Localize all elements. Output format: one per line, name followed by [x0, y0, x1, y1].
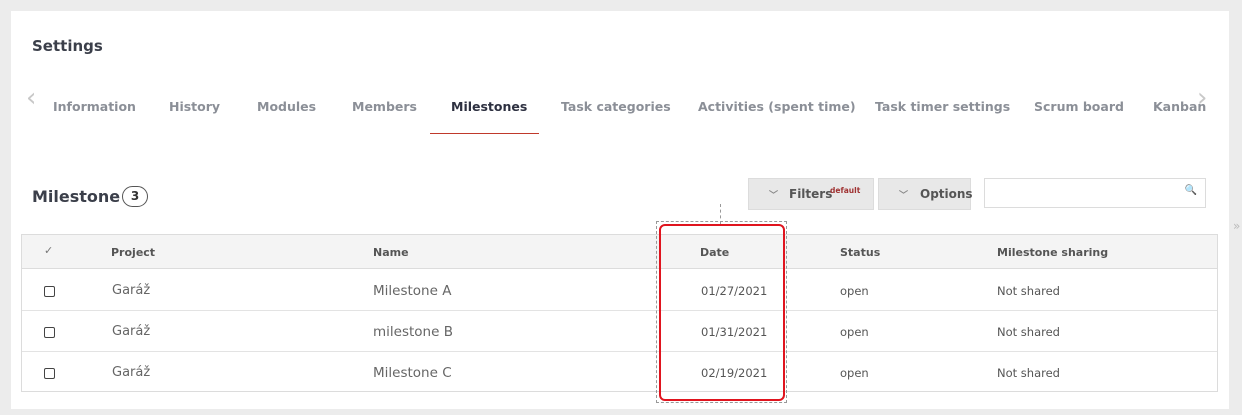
row-checkbox[interactable]: [44, 368, 55, 379]
active-tab-indicator: [430, 133, 539, 134]
section-title: Milestone: [32, 187, 121, 206]
tab-task-timer-settings[interactable]: Task timer settings: [875, 99, 1010, 114]
tab-history[interactable]: History: [169, 99, 220, 114]
table-header: ✓ Project Name Date Status Milestone sha…: [22, 235, 1217, 269]
tab-kanban[interactable]: Kanban: [1153, 99, 1206, 114]
row-checkbox[interactable]: [44, 286, 55, 297]
cell-status: open: [840, 366, 869, 380]
table-row: Garáž Milestone C 02/19/2021 open Not sh…: [22, 352, 1217, 393]
cell-status: open: [840, 284, 869, 298]
tab-information[interactable]: Information: [53, 99, 136, 114]
options-button[interactable]: ﹀ Options: [878, 178, 973, 210]
search-icon[interactable]: 🔍: [1185, 185, 1197, 196]
header-status[interactable]: Status: [840, 246, 880, 259]
count-badge: 3: [122, 186, 148, 207]
header-sharing[interactable]: Milestone sharing: [997, 246, 1108, 259]
cell-project[interactable]: Garáž: [112, 283, 150, 298]
cell-project[interactable]: Garáž: [112, 365, 150, 380]
filters-badge: default: [830, 186, 861, 195]
row-checkbox[interactable]: [44, 327, 55, 338]
milestone-table: ✓ Project Name Date Status Milestone sha…: [21, 234, 1218, 392]
double-chevron-right-icon[interactable]: »: [1233, 219, 1240, 233]
tab-scrum-board[interactable]: Scrum board: [1034, 99, 1124, 114]
cell-name[interactable]: Milestone A: [373, 283, 451, 299]
tab-activities[interactable]: Activities (spent time): [698, 99, 856, 114]
cell-project[interactable]: Garáž: [112, 324, 150, 339]
filters-button[interactable]: ﹀ Filters default: [748, 178, 874, 210]
header-name[interactable]: Name: [373, 246, 409, 259]
table-row: Garáž Milestone A 01/27/2021 open Not sh…: [22, 270, 1217, 311]
cell-status: open: [840, 325, 869, 339]
cell-name[interactable]: Milestone C: [373, 365, 452, 381]
date-column-highlight: [659, 224, 785, 401]
options-label: Options: [920, 187, 973, 201]
select-all-checkbox[interactable]: ✓: [44, 244, 53, 257]
chevron-down-icon: ﹀: [769, 191, 779, 201]
cell-sharing: Not shared: [997, 325, 1060, 339]
tab-members[interactable]: Members: [352, 99, 417, 114]
cell-name[interactable]: milestone B: [373, 324, 453, 340]
tab-task-categories[interactable]: Task categories: [561, 99, 671, 114]
header-project[interactable]: Project: [111, 246, 155, 259]
table-row: Garáž milestone B 01/31/2021 open Not sh…: [22, 311, 1217, 352]
tab-milestones[interactable]: Milestones: [451, 99, 527, 114]
chevron-left-icon[interactable]: ‹: [26, 85, 46, 113]
cell-sharing: Not shared: [997, 284, 1060, 298]
filters-label: Filters: [789, 187, 833, 201]
page-title: Settings: [32, 37, 103, 55]
chevron-down-icon: ﹀: [899, 191, 909, 201]
settings-card: Settings ‹ › Information History Modules…: [11, 11, 1229, 409]
search-input[interactable]: 🔍: [984, 178, 1206, 208]
cell-sharing: Not shared: [997, 366, 1060, 380]
tab-modules[interactable]: Modules: [257, 99, 316, 114]
